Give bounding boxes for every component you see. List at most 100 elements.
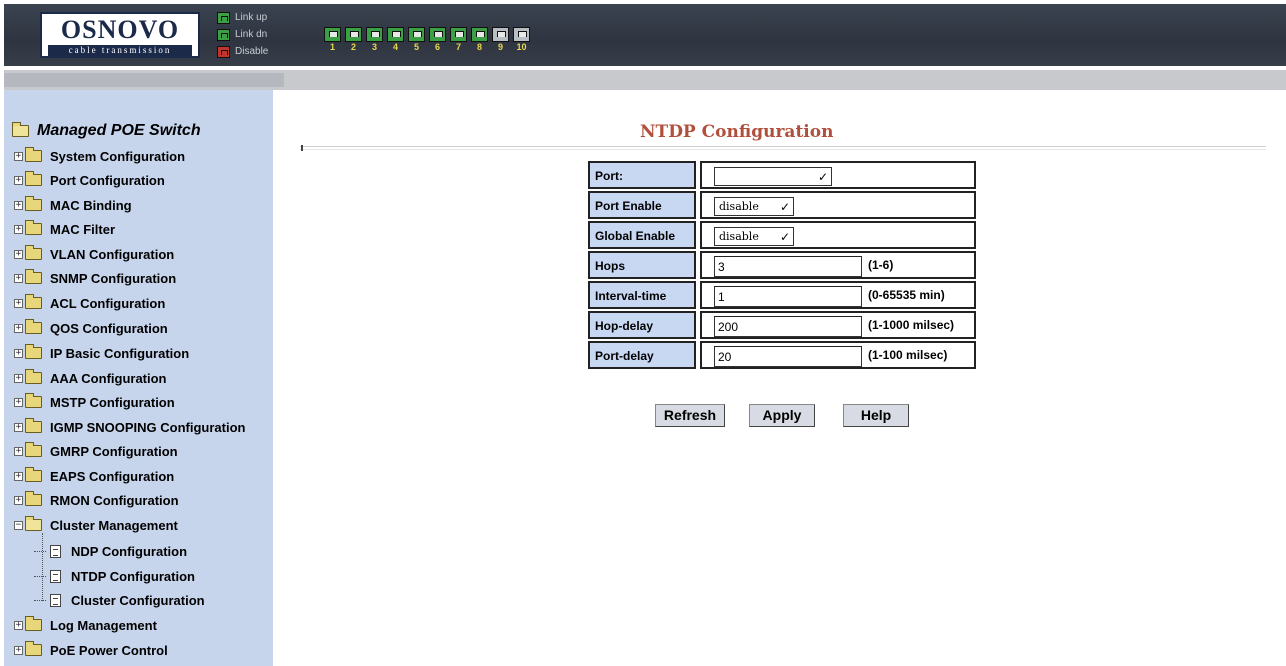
port-enable-select[interactable]: disable ✓ <box>714 197 794 216</box>
port-number: 4 <box>392 42 398 52</box>
sidebar-item-label: MAC Binding <box>50 197 132 213</box>
interval-time-cell: 1 (0-65535 min) <box>700 281 976 309</box>
sidebar-item-igmp-snooping-configuration[interactable]: + IGMP SNOOPING Configuration <box>14 417 245 437</box>
sidebar-item-ndp-configuration[interactable]: NDP Configuration <box>34 541 187 561</box>
expand-icon[interactable]: + <box>14 200 23 210</box>
sidebar-item-qos-configuration[interactable]: + QOS Configuration <box>14 318 168 338</box>
expand-icon[interactable]: + <box>14 348 23 358</box>
sidebar-item-poe-power-control[interactable]: + PoE Power Control <box>14 640 168 660</box>
osnovo-logo: OSNOVO cable transmission <box>40 12 200 58</box>
sidebar-item-acl-configuration[interactable]: + ACL Configuration <box>14 293 165 313</box>
expand-icon[interactable]: + <box>14 495 23 505</box>
expand-icon[interactable]: + <box>14 446 23 456</box>
port-panel: 1 2 3 4 5 6 7 8 9 10 <box>322 27 532 52</box>
ethernet-port-icon <box>387 27 404 42</box>
sidebar-item-vlan-configuration[interactable]: + VLAN Configuration <box>14 244 174 264</box>
sidebar-item-ip-basic-configuration[interactable]: + IP Basic Configuration <box>14 343 189 363</box>
port-9[interactable]: 9 <box>490 27 511 52</box>
port-status-icon <box>217 11 230 24</box>
expand-icon[interactable]: + <box>14 645 23 655</box>
sidebar-item-mstp-configuration[interactable]: + MSTP Configuration <box>14 392 175 412</box>
sidebar-item-gmrp-configuration[interactable]: + GMRP Configuration <box>14 441 178 461</box>
sidebar-item-label: NTDP Configuration <box>71 568 195 584</box>
sidebar-item-cluster-management[interactable]: − Cluster Management <box>14 515 178 535</box>
port-enable-label: Port Enable <box>588 191 696 219</box>
expand-icon[interactable]: + <box>14 422 23 432</box>
form-buttons: Refresh Apply Help <box>655 404 909 427</box>
expand-icon[interactable]: + <box>14 620 23 630</box>
form-row-hops: Hops 3 (1-6) <box>588 251 976 279</box>
expand-icon[interactable]: + <box>14 471 23 481</box>
sidebar-item-mac-filter[interactable]: + MAC Filter <box>14 219 115 239</box>
expand-icon[interactable]: + <box>14 175 23 185</box>
port-7[interactable]: 7 <box>448 27 469 52</box>
interval-time-input[interactable]: 1 <box>714 286 862 307</box>
global-enable-select[interactable]: disable ✓ <box>714 227 794 246</box>
ethernet-port-icon <box>450 27 467 42</box>
port-2[interactable]: 2 <box>343 27 364 52</box>
folder-icon <box>25 294 42 309</box>
expand-icon[interactable]: + <box>14 249 23 259</box>
port-5[interactable]: 5 <box>406 27 427 52</box>
folder-icon <box>25 393 42 408</box>
header-divider-band <box>4 70 1286 90</box>
expand-icon[interactable]: + <box>14 298 23 308</box>
sidebar-item-label: ACL Configuration <box>50 295 166 311</box>
port-delay-input[interactable]: 20 <box>714 346 862 367</box>
port-number: 1 <box>329 42 335 52</box>
fiber-port-icon <box>513 27 530 42</box>
folder-icon <box>25 641 42 656</box>
sidebar-item-eaps-configuration[interactable]: + EAPS Configuration <box>14 466 174 486</box>
hop-delay-input[interactable]: 200 <box>714 316 862 337</box>
sidebar-item-aaa-configuration[interactable]: + AAA Configuration <box>14 368 167 388</box>
folder-icon <box>25 616 42 631</box>
expand-icon[interactable]: + <box>14 323 23 333</box>
document-icon <box>50 569 61 583</box>
form-row-port-delay: Port-delay 20 (1-100 milsec) <box>588 341 976 369</box>
sidebar-item-ntdp-configuration[interactable]: NTDP Configuration <box>34 566 195 586</box>
apply-button[interactable]: Apply <box>749 404 815 427</box>
expand-icon[interactable]: + <box>14 151 23 161</box>
sidebar-item-system-configuration[interactable]: + System Configuration <box>14 146 185 166</box>
sidebar-item-cluster-configuration[interactable]: Cluster Configuration <box>34 590 205 610</box>
folder-icon <box>25 491 42 506</box>
chevron-down-icon: ✓ <box>779 230 790 244</box>
sidebar-item-port-configuration[interactable]: + Port Configuration <box>14 170 165 190</box>
title-divider-tick <box>301 145 303 151</box>
sidebar-item-snmp-configuration[interactable]: + SNMP Configuration <box>14 268 176 288</box>
port-8[interactable]: 8 <box>469 27 490 52</box>
port-4[interactable]: 4 <box>385 27 406 52</box>
port-number: 5 <box>413 42 419 52</box>
expand-icon[interactable]: + <box>14 224 23 234</box>
expand-icon[interactable]: + <box>14 397 23 407</box>
folder-icon <box>25 442 42 457</box>
sidebar-item-rmon-configuration[interactable]: + RMON Configuration <box>14 490 179 510</box>
sidebar-item-log-management[interactable]: + Log Management <box>14 615 157 635</box>
port-1[interactable]: 1 <box>322 27 343 52</box>
port-number: 7 <box>455 42 461 52</box>
hop-delay-range-hint: (1-1000 milsec) <box>868 318 955 332</box>
port-number: 6 <box>434 42 440 52</box>
port-number: 8 <box>476 42 482 52</box>
expand-icon[interactable]: + <box>14 273 23 283</box>
legend-label: Link dn <box>235 29 268 40</box>
tree-branch <box>34 550 46 552</box>
port-label: Port: <box>588 161 696 189</box>
help-button[interactable]: Help <box>843 404 909 427</box>
collapse-icon[interactable]: − <box>14 520 23 530</box>
hops-input[interactable]: 3 <box>714 256 862 277</box>
port-3[interactable]: 3 <box>364 27 385 52</box>
sidebar-item-mac-binding[interactable]: + MAC Binding <box>14 195 132 215</box>
port-10[interactable]: 10 <box>511 27 532 52</box>
sidebar-item-label: EAPS Configuration <box>50 468 175 484</box>
tree-root[interactable]: Managed POE Switch <box>12 122 201 140</box>
port-select[interactable]: ✓ <box>714 167 832 186</box>
document-icon <box>50 593 61 607</box>
sidebar-item-label: MSTP Configuration <box>50 394 175 410</box>
document-icon <box>50 544 61 558</box>
port-6[interactable]: 6 <box>427 27 448 52</box>
expand-icon[interactable]: + <box>14 373 23 383</box>
port-enable-cell: disable ✓ <box>700 191 976 219</box>
refresh-button[interactable]: Refresh <box>655 404 725 427</box>
sidebar-item-label: AAA Configuration <box>50 370 167 386</box>
